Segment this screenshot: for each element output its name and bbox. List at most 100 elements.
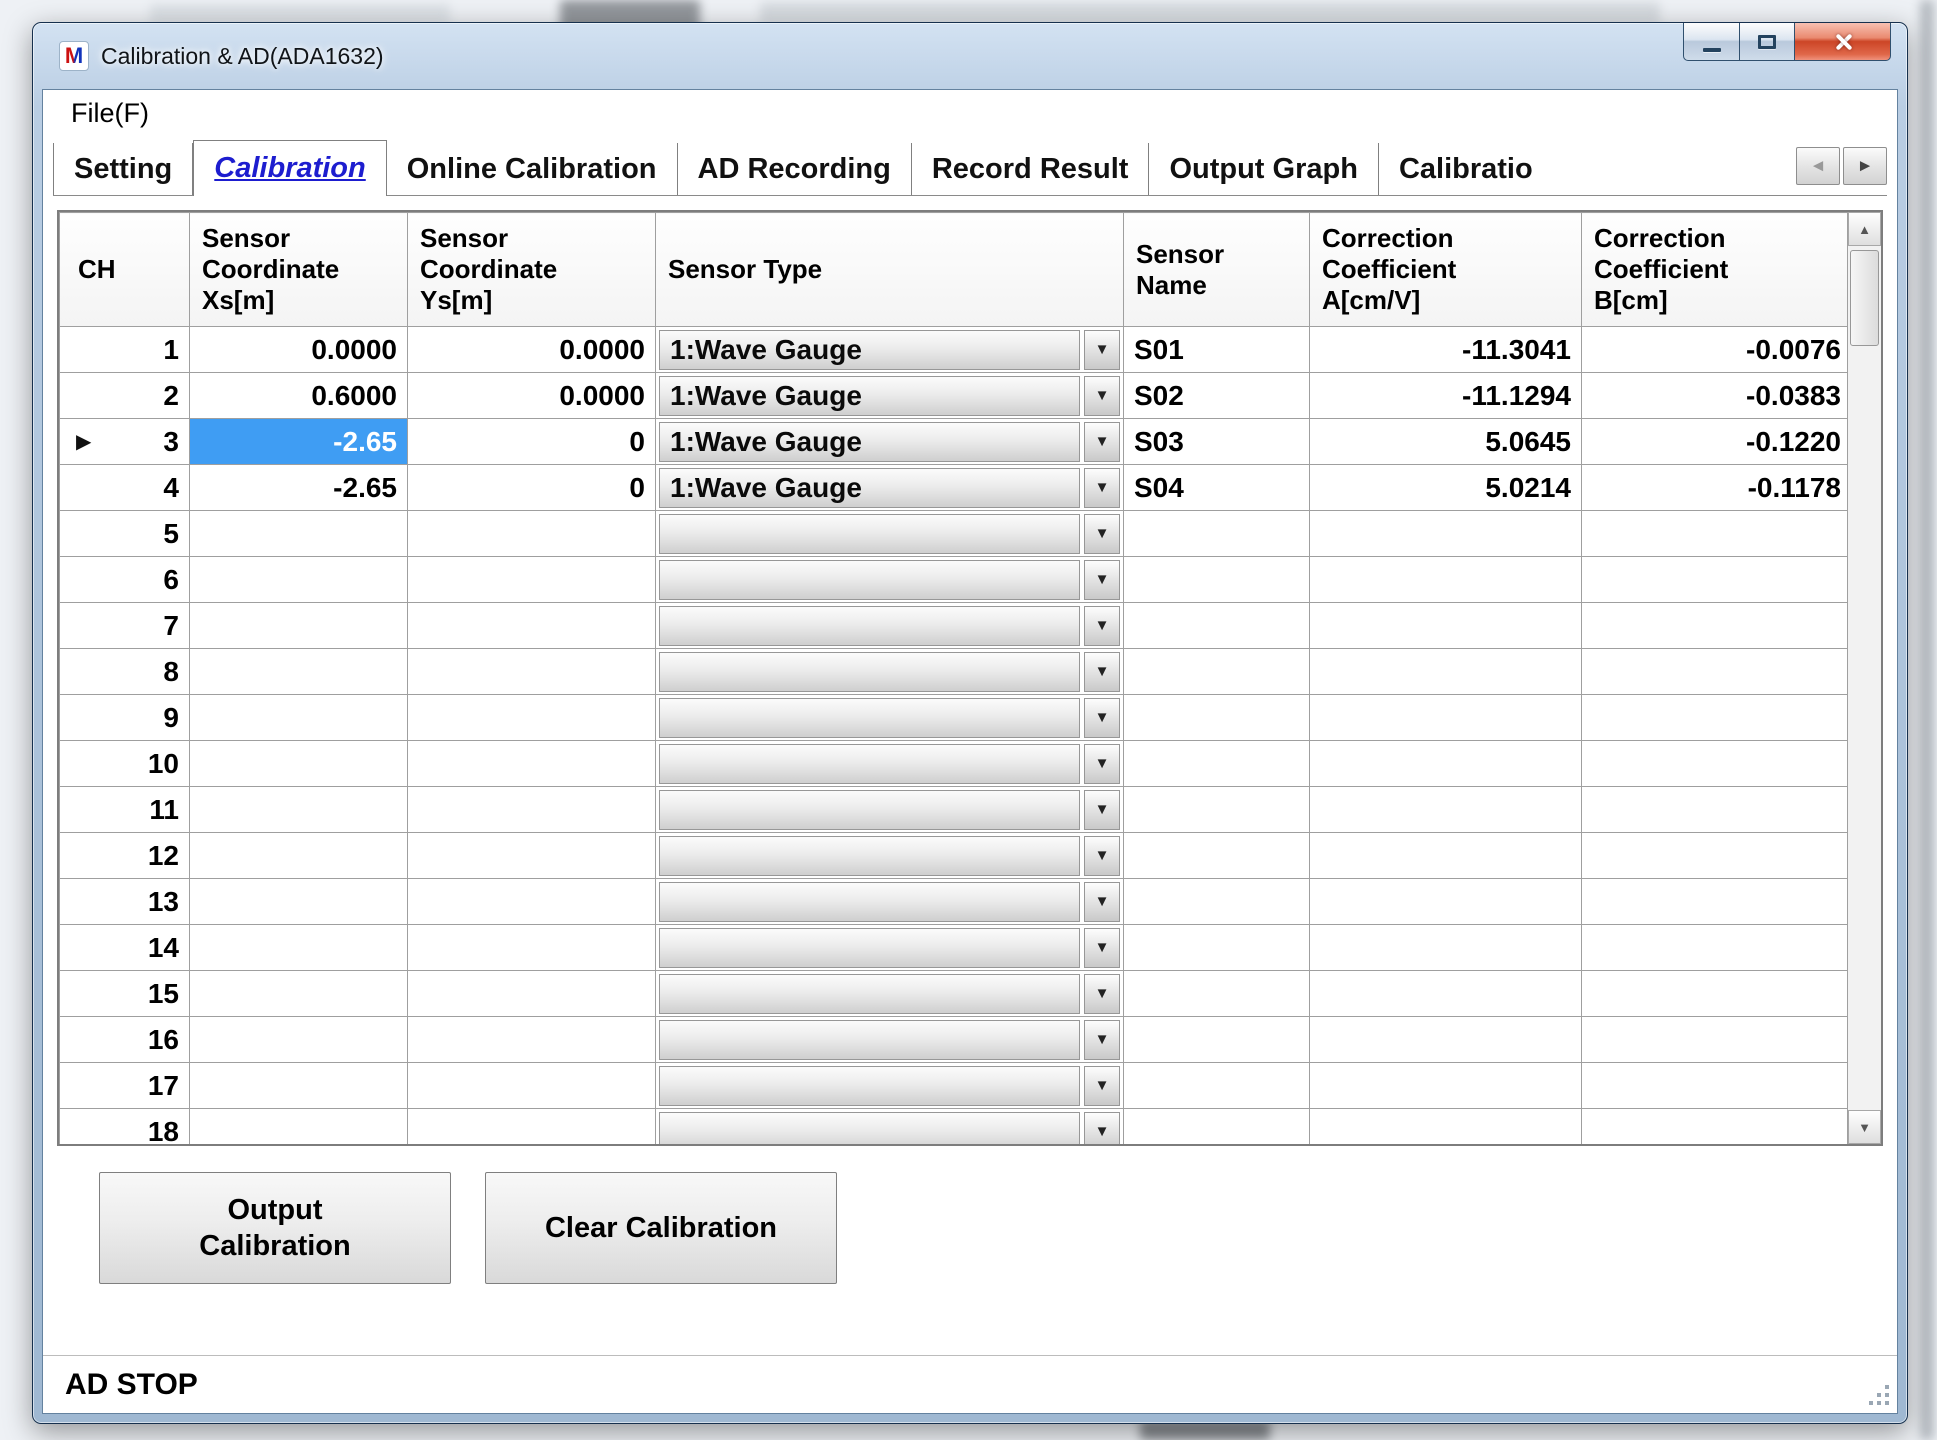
row-header-cell[interactable] <box>60 649 108 695</box>
cell-ys[interactable] <box>408 1109 656 1147</box>
cell-ch[interactable]: 1 <box>108 327 190 373</box>
cell-coeff-b[interactable] <box>1582 511 1852 557</box>
sensor-type-combobox[interactable]: ▼ <box>659 1020 1120 1060</box>
dropdown-arrow-button[interactable]: ▼ <box>1084 928 1120 968</box>
column-header-ch[interactable]: CH <box>60 213 190 327</box>
cell-ys[interactable] <box>408 1063 656 1109</box>
cell-sensor-type[interactable]: ▼ <box>656 971 1124 1017</box>
cell-coeff-a[interactable] <box>1310 925 1582 971</box>
cell-sensor-name[interactable] <box>1124 1063 1310 1109</box>
sensor-type-value[interactable] <box>659 1112 1080 1147</box>
dropdown-arrow-button[interactable]: ▼ <box>1084 330 1120 370</box>
dropdown-arrow-button[interactable]: ▼ <box>1084 1020 1120 1060</box>
dropdown-arrow-button[interactable]: ▼ <box>1084 1112 1120 1147</box>
cell-sensor-type[interactable]: 1:Wave Gauge ▼ <box>656 373 1124 419</box>
row-header-cell[interactable] <box>60 1109 108 1147</box>
menu-file[interactable]: File(F) <box>63 96 157 131</box>
cell-xs[interactable]: 0.6000 <box>190 373 408 419</box>
cell-coeff-b[interactable]: -0.0383 <box>1582 373 1852 419</box>
cell-sensor-type[interactable]: 1:Wave Gauge ▼ <box>656 465 1124 511</box>
cell-coeff-b[interactable] <box>1582 971 1852 1017</box>
cell-sensor-type[interactable]: ▼ <box>656 557 1124 603</box>
tab-record-result[interactable]: Record Result <box>912 143 1150 195</box>
column-header-ys[interactable]: Sensor Coordinate Ys[m] <box>408 213 656 327</box>
cell-ys[interactable] <box>408 603 656 649</box>
row-header-cell[interactable] <box>60 557 108 603</box>
cell-ys[interactable] <box>408 971 656 1017</box>
sensor-type-combobox[interactable]: ▼ <box>659 790 1120 830</box>
cell-ch[interactable]: 10 <box>108 741 190 787</box>
output-calibration-button[interactable]: Output Calibration <box>99 1172 451 1284</box>
cell-coeff-a[interactable] <box>1310 603 1582 649</box>
row-header-cell[interactable] <box>60 511 108 557</box>
scrollbar-up-button[interactable]: ▲ <box>1848 212 1881 246</box>
cell-ys[interactable] <box>408 557 656 603</box>
dropdown-arrow-button[interactable]: ▼ <box>1084 974 1120 1014</box>
row-header-cell[interactable]: ▶ <box>60 419 108 465</box>
row-header-cell[interactable] <box>60 373 108 419</box>
dropdown-arrow-button[interactable]: ▼ <box>1084 744 1120 784</box>
cell-ch[interactable]: 15 <box>108 971 190 1017</box>
cell-ys[interactable] <box>408 511 656 557</box>
dropdown-arrow-button[interactable]: ▼ <box>1084 514 1120 554</box>
titlebar[interactable]: M Calibration & AD(ADA1632) <box>33 23 1907 89</box>
sensor-type-combobox[interactable]: ▼ <box>659 652 1120 692</box>
sensor-type-value[interactable]: 1:Wave Gauge <box>659 422 1080 462</box>
cell-xs[interactable] <box>190 511 408 557</box>
cell-xs[interactable] <box>190 925 408 971</box>
cell-ch[interactable]: 16 <box>108 1017 190 1063</box>
cell-sensor-name[interactable] <box>1124 741 1310 787</box>
scrollbar-thumb[interactable] <box>1850 250 1879 346</box>
tab-setting[interactable]: Setting <box>53 143 193 195</box>
cell-coeff-b[interactable] <box>1582 603 1852 649</box>
cell-xs[interactable] <box>190 971 408 1017</box>
sensor-type-combobox[interactable]: ▼ <box>659 514 1120 554</box>
cell-sensor-type[interactable]: ▼ <box>656 1063 1124 1109</box>
cell-xs[interactable] <box>190 695 408 741</box>
cell-sensor-name[interactable] <box>1124 695 1310 741</box>
cell-xs[interactable] <box>190 649 408 695</box>
cell-ch[interactable]: 11 <box>108 787 190 833</box>
cell-coeff-a[interactable] <box>1310 971 1582 1017</box>
cell-ch[interactable]: 18 <box>108 1109 190 1147</box>
cell-sensor-name[interactable] <box>1124 649 1310 695</box>
tab-calibration-truncated[interactable]: Calibratio <box>1379 143 1553 195</box>
cell-ch[interactable]: 12 <box>108 833 190 879</box>
cell-coeff-a[interactable]: 5.0645 <box>1310 419 1582 465</box>
tab-ad-recording[interactable]: AD Recording <box>678 143 912 195</box>
cell-coeff-b[interactable] <box>1582 557 1852 603</box>
sensor-type-value[interactable] <box>659 836 1080 876</box>
cell-coeff-a[interactable] <box>1310 1063 1582 1109</box>
cell-sensor-name[interactable] <box>1124 1017 1310 1063</box>
cell-coeff-b[interactable] <box>1582 787 1852 833</box>
cell-sensor-type[interactable]: 1:Wave Gauge ▼ <box>656 327 1124 373</box>
sensor-type-value[interactable] <box>659 744 1080 784</box>
sensor-type-combobox[interactable]: ▼ <box>659 744 1120 784</box>
cell-sensor-name[interactable]: S02 <box>1124 373 1310 419</box>
cell-sensor-type[interactable]: ▼ <box>656 787 1124 833</box>
cell-coeff-b[interactable] <box>1582 741 1852 787</box>
cell-xs[interactable] <box>190 603 408 649</box>
sensor-type-combobox[interactable]: ▼ <box>659 882 1120 922</box>
tab-calibration[interactable]: Calibration <box>193 140 386 196</box>
cell-sensor-type[interactable]: ▼ <box>656 1109 1124 1147</box>
cell-ys[interactable] <box>408 649 656 695</box>
column-header-coeff-a[interactable]: Correction Coefficient A[cm/V] <box>1310 213 1582 327</box>
sensor-type-combobox[interactable]: ▼ <box>659 1066 1120 1106</box>
sensor-type-value[interactable] <box>659 1020 1080 1060</box>
cell-coeff-b[interactable] <box>1582 1063 1852 1109</box>
cell-sensor-type[interactable]: ▼ <box>656 511 1124 557</box>
cell-sensor-name[interactable]: S04 <box>1124 465 1310 511</box>
column-header-sensor-name[interactable]: Sensor Name <box>1124 213 1310 327</box>
cell-coeff-a[interactable] <box>1310 833 1582 879</box>
cell-sensor-name[interactable] <box>1124 603 1310 649</box>
scrollbar-down-button[interactable]: ▼ <box>1848 1110 1881 1144</box>
cell-ys[interactable]: 0 <box>408 465 656 511</box>
sensor-type-value[interactable] <box>659 514 1080 554</box>
cell-coeff-a[interactable] <box>1310 1109 1582 1147</box>
cell-sensor-type[interactable]: ▼ <box>656 925 1124 971</box>
maximize-button[interactable] <box>1739 23 1795 61</box>
cell-coeff-b[interactable] <box>1582 833 1852 879</box>
cell-ch[interactable]: 14 <box>108 925 190 971</box>
cell-ch[interactable]: 2 <box>108 373 190 419</box>
